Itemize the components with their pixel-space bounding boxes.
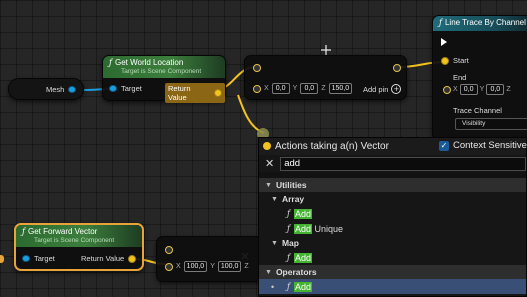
return-value-pin-dot (214, 89, 222, 97)
move-cursor-icon (321, 45, 331, 55)
menu-header: Actions taking a(n) Vector ✓ Context Sen… (259, 138, 527, 155)
category-array[interactable]: ▼ Array (259, 192, 526, 206)
end-label: End (453, 73, 467, 82)
category-label: Array (281, 194, 305, 204)
function-icon: ƒ (287, 253, 290, 262)
action-item-operators-add[interactable]: • ƒ Add (259, 279, 526, 294)
context-sensitive-label: Context Sensitive (453, 140, 527, 151)
vector-add-node[interactable]: X 0,0 Y 0,0 Z 150,0 Add pin + (244, 55, 407, 100)
target-label: Target (121, 84, 142, 93)
add-pin-label: Add pin (363, 84, 389, 94)
category-operators[interactable]: ▼ Operators (259, 265, 526, 279)
triangle-expand-icon: ▼ (271, 239, 278, 247)
end-x-field[interactable]: 0,0 (459, 84, 478, 95)
context-sensitive-toggle[interactable]: ✓ Context Sensitive (439, 140, 527, 151)
match-highlight: Add (293, 252, 312, 263)
y-axis-label: Y (292, 85, 298, 92)
search-input[interactable] (280, 156, 526, 171)
z-axis-label: Z (244, 263, 249, 270)
y-value-field[interactable]: 0,0 (300, 83, 319, 94)
triangle-expand-icon: ▼ (265, 268, 272, 276)
y-value-field[interactable]: 100,0 (217, 261, 242, 272)
close-icon[interactable]: ✕ (265, 157, 274, 170)
node-header: ƒ Line Trace By Channel (433, 16, 527, 31)
wire-drag (237, 94, 265, 134)
line-trace-node[interactable]: ƒ Line Trace By Channel Start End X 0,0 … (432, 15, 527, 140)
function-icon: ƒ (109, 58, 112, 67)
get-world-location-node[interactable]: ƒ Get World Location Target is Scene Com… (102, 55, 226, 103)
category-utilities[interactable]: ▼ Utilities (259, 178, 526, 192)
category-label: Map (281, 238, 299, 248)
return-value-pin[interactable]: Return Value (165, 83, 225, 103)
action-menu[interactable]: Actions taking a(n) Vector ✓ Context Sen… (258, 137, 527, 297)
category-map[interactable]: ▼ Map (259, 236, 526, 250)
x-axis-label: X (176, 263, 181, 270)
node-subtitle: Target is Scene Component (34, 237, 115, 244)
input-a-pin[interactable] (165, 246, 173, 254)
node-subtitle: Target is Scene Component (121, 68, 202, 75)
function-icon: ƒ (287, 282, 290, 291)
start-pin[interactable] (441, 56, 449, 65)
z-axis-label: Z (321, 85, 326, 92)
function-icon: ƒ (22, 227, 25, 236)
action-item-map-add[interactable]: ƒ Add (259, 250, 526, 265)
x-value-field[interactable]: 0,0 (271, 83, 290, 94)
mesh-variable-node[interactable]: Mesh (8, 78, 84, 100)
category-label: Operators (275, 267, 317, 277)
node-title: Get Forward Vector (27, 227, 98, 236)
input-b-pin[interactable] (253, 84, 261, 93)
plus-icon[interactable]: + (391, 84, 402, 94)
get-forward-vector-node[interactable]: ƒ Get Forward Vector Target is Scene Com… (14, 223, 144, 271)
input-b-pin[interactable] (165, 262, 173, 271)
graph-canvas[interactable]: Mesh ƒ Get World Location Target is Scen… (0, 0, 527, 297)
output-pin[interactable] (393, 64, 401, 72)
vector-multiply-node[interactable]: X 100,0 Y 100,0 Z (156, 236, 266, 282)
y-axis-label: Y (479, 86, 485, 93)
trace-channel-label: Trace Channel (453, 106, 502, 115)
x-axis-label: X (453, 86, 458, 93)
match-highlight: Add (293, 223, 312, 234)
function-icon: ƒ (439, 18, 442, 27)
z-value-field[interactable]: 150,0 (328, 83, 353, 94)
node-title: Get World Location (114, 58, 184, 67)
search-row: ✕ (259, 155, 526, 172)
triangle-expand-icon: ▼ (265, 181, 272, 189)
item-label-rest: Unique (311, 223, 344, 234)
action-item-array-add-unique[interactable]: ƒ Add Unique (259, 221, 526, 236)
input-a-pin[interactable] (253, 64, 261, 72)
return-value-label: Return Value (168, 84, 191, 102)
function-icon: ƒ (287, 209, 290, 218)
function-icon: ƒ (287, 224, 290, 233)
return-value-label: Return Value (81, 254, 125, 263)
x-value-field[interactable]: 100,0 (183, 261, 208, 272)
vector-pin-icon (263, 142, 271, 150)
mesh-label: Mesh (46, 85, 65, 94)
offscreen-pin (0, 255, 4, 263)
start-label: Start (453, 56, 469, 65)
node-header: ƒ Get Forward Vector Target is Scene Com… (16, 225, 142, 247)
checkmark-icon[interactable]: ✓ (439, 140, 449, 151)
action-item-array-add[interactable]: ƒ Add (259, 206, 526, 221)
return-value-pin[interactable] (128, 254, 137, 263)
target-label: Target (34, 254, 55, 263)
x-axis-label: X (264, 85, 269, 92)
end-pin[interactable] (443, 85, 451, 94)
triangle-expand-icon: ▼ (271, 195, 278, 203)
trace-channel-dropdown[interactable]: Visibility (455, 118, 527, 130)
match-highlight: Add (293, 208, 312, 219)
node-header: ƒ Get World Location Target is Scene Com… (103, 56, 225, 78)
mesh-output-pin[interactable] (68, 86, 77, 93)
exec-pin-icon[interactable] (441, 38, 447, 46)
match-highlight: Add (293, 281, 312, 292)
target-input-pin[interactable] (22, 255, 30, 262)
category-label: Utilities (275, 180, 307, 190)
bullet-icon: • (271, 281, 275, 292)
node-title: Line Trace By Channel (444, 18, 526, 27)
end-y-field[interactable]: 0,0 (486, 84, 505, 95)
target-input-pin[interactable] (109, 85, 117, 92)
y-axis-label: Y (210, 263, 215, 270)
menu-title: Actions taking a(n) Vector (275, 141, 389, 152)
z-axis-label: Z (506, 86, 511, 93)
